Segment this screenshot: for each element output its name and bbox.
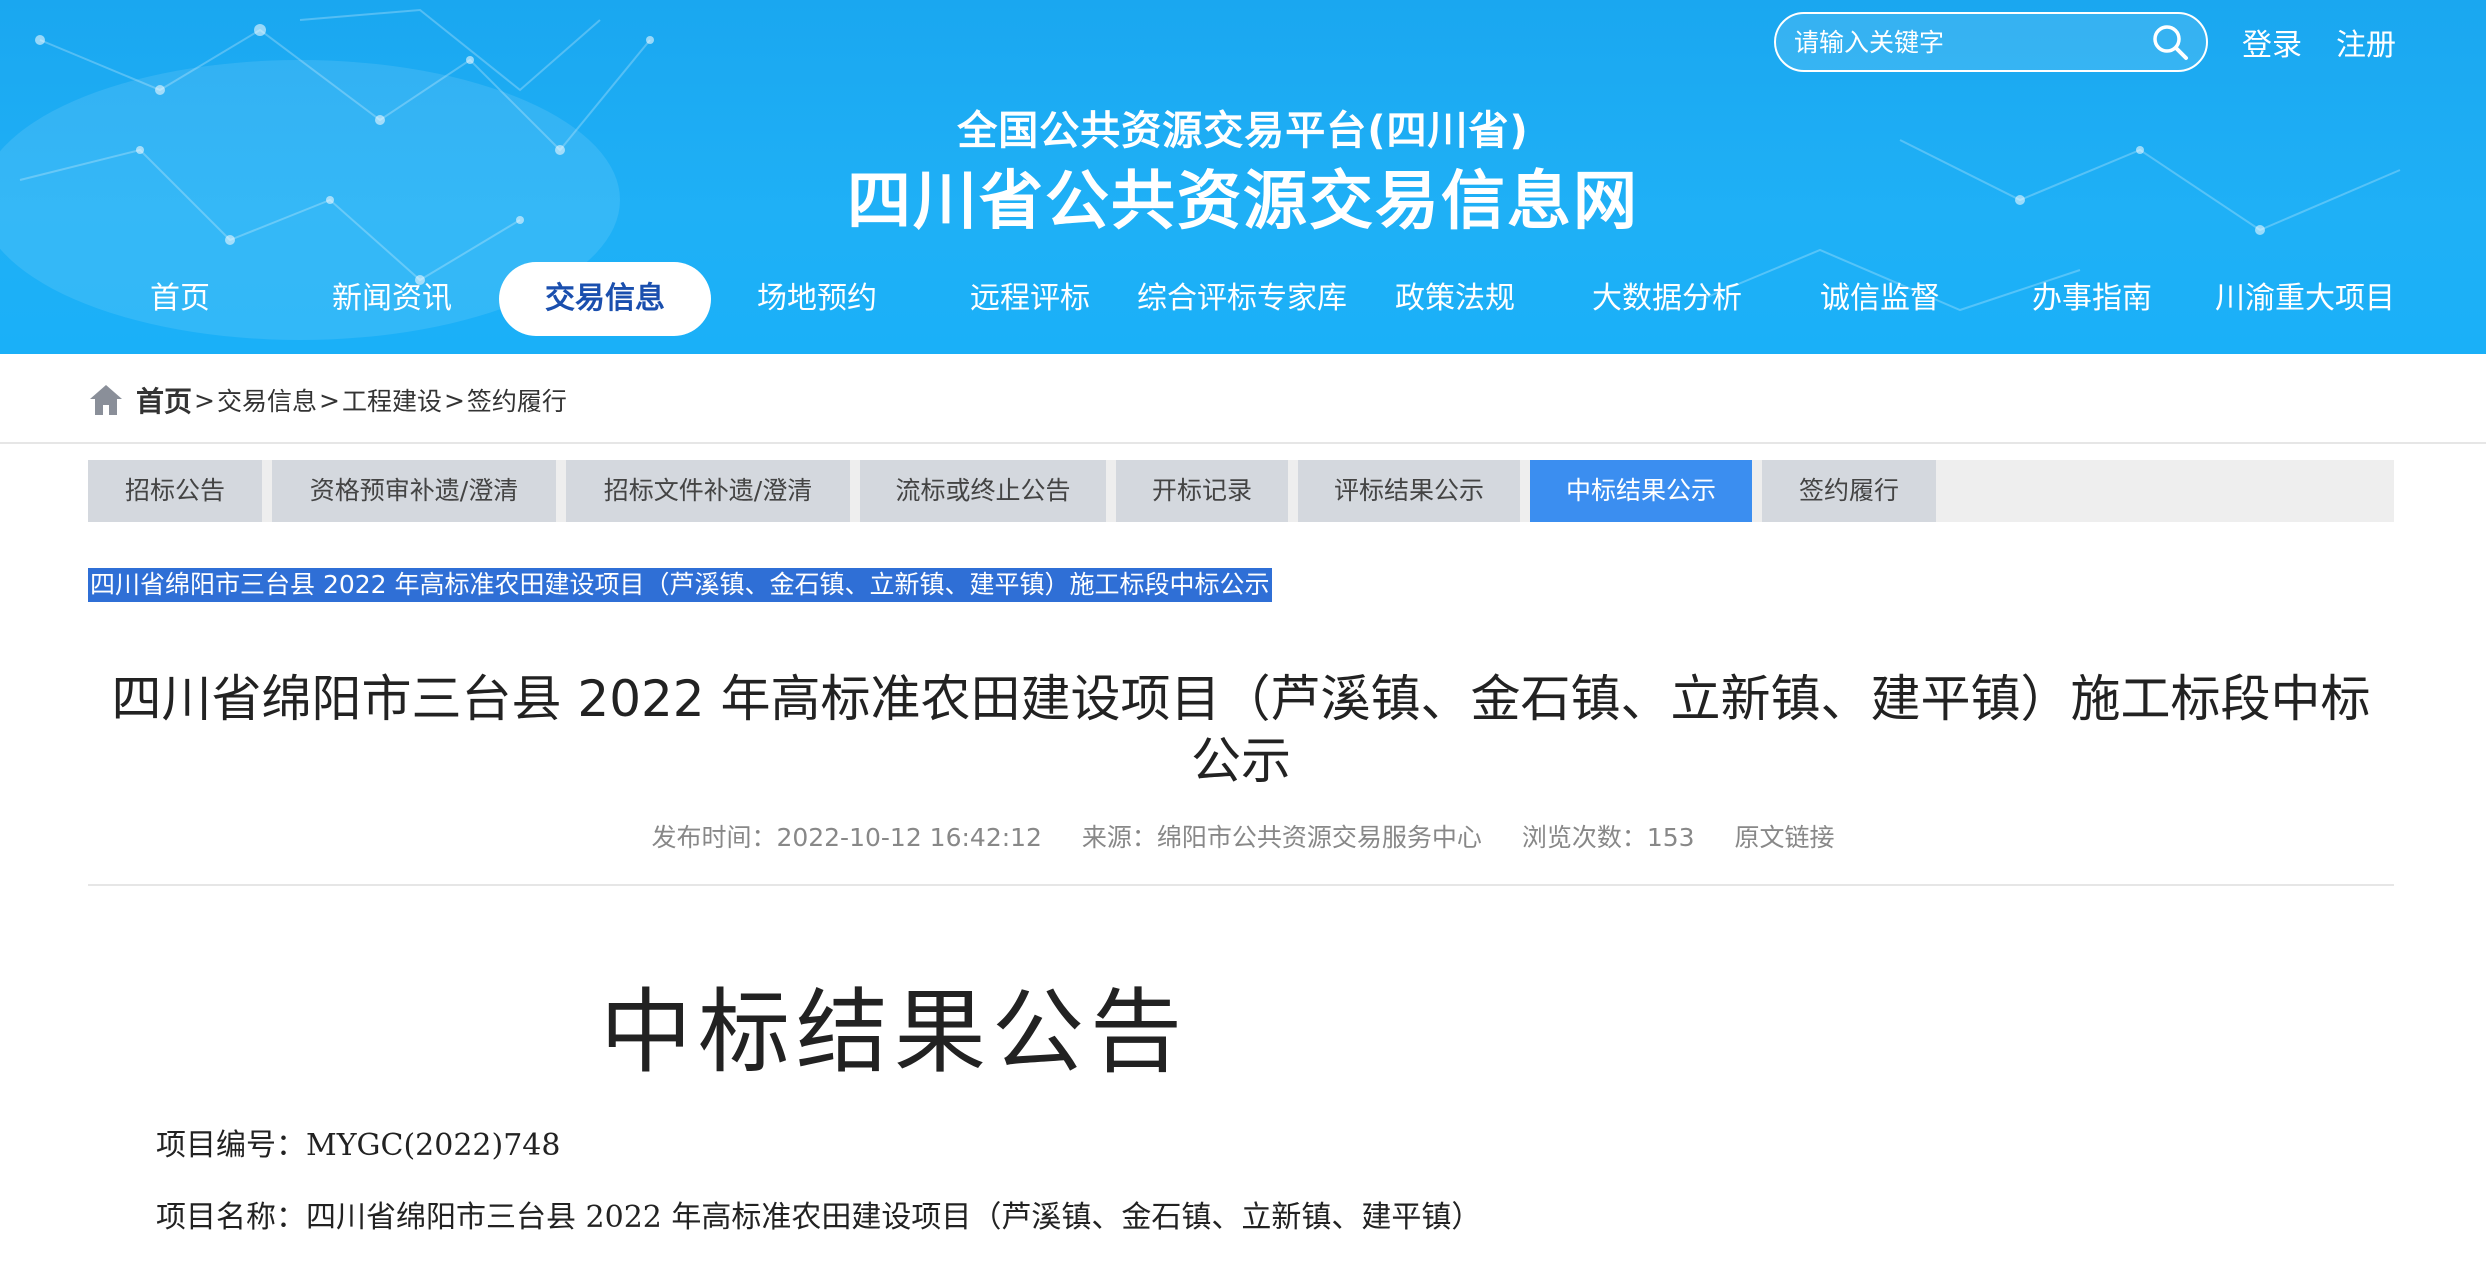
breadcrumb-construction[interactable]: 工程建设 bbox=[342, 382, 442, 418]
breadcrumb-separator: > bbox=[443, 385, 465, 415]
nav-item-policy[interactable]: 政策法规 bbox=[1349, 262, 1561, 336]
tab-tender-addendum[interactable]: 招标文件补遗/澄清 bbox=[566, 460, 850, 522]
nav-item-bigdata[interactable]: 大数据分析 bbox=[1561, 262, 1773, 336]
article-title-line: 四川省绵阳市三台县 2022 年高标准农田建设项目（芦溪镇、金石镇、立新镇、建平… bbox=[111, 670, 2371, 728]
tab-eval-result[interactable]: 评标结果公示 bbox=[1298, 460, 1520, 522]
nav-item-credit[interactable]: 诚信监督 bbox=[1774, 262, 1986, 336]
tab-award-result[interactable]: 中标结果公示 bbox=[1530, 460, 1752, 522]
original-link[interactable]: 原文链接 bbox=[1735, 823, 1835, 852]
breadcrumb: 首页 > 交易信息 > 工程建设 > 签约履行 bbox=[88, 380, 567, 420]
tab-prequal-addendum[interactable]: 资格预审补遗/澄清 bbox=[272, 460, 556, 522]
project-number: 项目编号：MYGC(2022)748 bbox=[156, 1128, 561, 1163]
nav-item-home[interactable]: 首页 bbox=[74, 262, 286, 336]
category-tabs: 招标公告 资格预审补遗/澄清 招标文件补遗/澄清 流标或终止公告 开标记录 评标… bbox=[88, 460, 2394, 522]
site-title: 四川省公共资源交易信息网 bbox=[847, 165, 1639, 239]
breadcrumb-bar: 首页 > 交易信息 > 工程建设 > 签约履行 bbox=[0, 354, 2486, 444]
source: 来源：绵阳市公共资源交易服务中心 bbox=[1081, 823, 1482, 852]
breadcrumb-home[interactable]: 首页 bbox=[136, 380, 192, 420]
main-nav: 首页 新闻资讯 交易信息 场地预约 远程评标 综合评标专家库 政策法规 大数据分… bbox=[0, 262, 2486, 338]
publish-time: 发布时间：2022-10-12 16:42:12 bbox=[651, 823, 1042, 852]
register-link[interactable]: 注册 bbox=[2336, 20, 2396, 64]
home-icon bbox=[90, 385, 122, 415]
view-count: 浏览次数：153 bbox=[1521, 823, 1695, 852]
site-header: 登录 注册 全国公共资源交易平台(四川省) 四川省公共资源交易信息网 首页 新闻… bbox=[0, 0, 2486, 354]
breadcrumb-separator: > bbox=[194, 385, 215, 415]
article-meta: 发布时间：2022-10-12 16:42:12 来源：绵阳市公共资源交易服务中… bbox=[0, 818, 2486, 854]
site-subtitle: 全国公共资源交易平台(四川省) bbox=[957, 108, 1529, 154]
article-title-line: 公示 bbox=[1191, 732, 1291, 790]
nav-item-trading[interactable]: 交易信息 bbox=[499, 262, 711, 336]
nav-item-chuanyu[interactable]: 川渝重大项目 bbox=[2199, 262, 2411, 336]
tab-opening-record[interactable]: 开标记录 bbox=[1116, 460, 1288, 522]
nav-item-experts[interactable]: 综合评标专家库 bbox=[1136, 262, 1348, 336]
breadcrumb-separator: > bbox=[318, 385, 340, 415]
article-title: 四川省绵阳市三台县 2022 年高标准农田建设项目（芦溪镇、金石镇、立新镇、建平… bbox=[88, 668, 2394, 792]
divider bbox=[88, 884, 2394, 886]
tab-contract[interactable]: 签约履行 bbox=[1762, 460, 1936, 522]
breadcrumb-trading[interactable]: 交易信息 bbox=[217, 382, 317, 418]
tab-tender-notice[interactable]: 招标公告 bbox=[88, 460, 262, 522]
doc-heading: 中标结果公告 bbox=[600, 979, 1189, 1086]
nav-item-venue[interactable]: 场地预约 bbox=[711, 262, 923, 336]
search-input[interactable] bbox=[1776, 14, 2142, 70]
search-icon[interactable] bbox=[2142, 14, 2198, 70]
search-box bbox=[1774, 12, 2208, 72]
nav-item-remote-eval[interactable]: 远程评标 bbox=[924, 262, 1136, 336]
login-link[interactable]: 登录 bbox=[2242, 20, 2302, 64]
tab-failed-notice[interactable]: 流标或终止公告 bbox=[860, 460, 1106, 522]
project-name: 项目名称：四川省绵阳市三台县 2022 年高标准农田建设项目（芦溪镇、金石镇、立… bbox=[156, 1200, 1482, 1235]
nav-item-news[interactable]: 新闻资讯 bbox=[286, 262, 498, 336]
selected-title-text: 四川省绵阳市三台县 2022 年高标准农田建设项目（芦溪镇、金石镇、立新镇、建平… bbox=[88, 568, 1272, 602]
nav-item-guide[interactable]: 办事指南 bbox=[1986, 262, 2198, 336]
breadcrumb-contract[interactable]: 签约履行 bbox=[467, 382, 567, 418]
